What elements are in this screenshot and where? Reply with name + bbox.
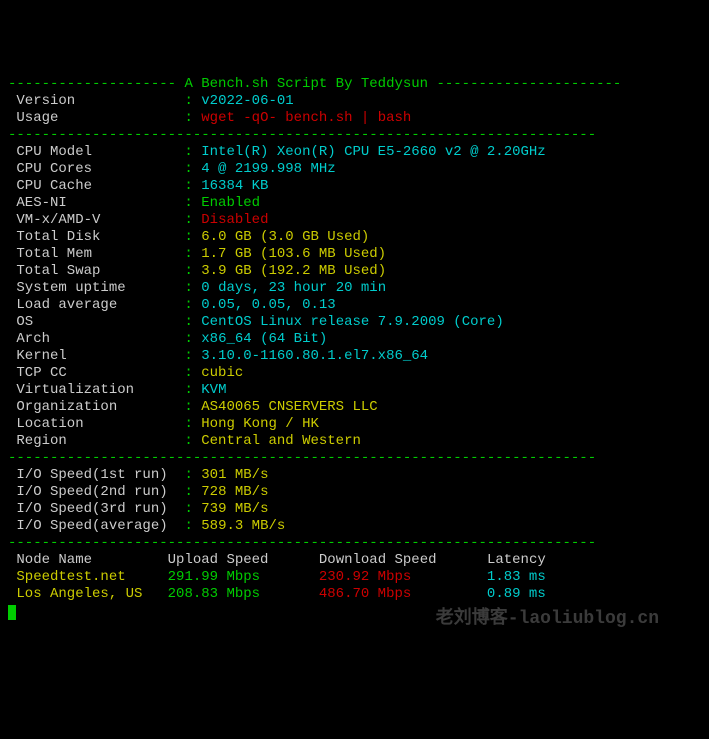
virt-label: Virtualization [8,382,134,398]
st-h-down: Download Speed [319,552,437,568]
sep: : [176,399,201,415]
sep: : [176,331,201,347]
cpu-cores-value: 4 @ 2199.998 MHz [201,161,335,177]
location-label: Location [8,416,84,432]
divider-right: ---------------------- [428,76,621,92]
st-h-up: Upload Speed [168,552,269,568]
tcpcc-label: TCP CC [8,365,67,381]
sep: : [176,110,201,126]
sep: : [176,501,201,517]
st-r1-up: 291.99 Mbps [168,569,260,585]
uptime-value: 0 days, 23 hour 20 min [201,280,386,296]
sep: : [176,178,201,194]
divider-left: -------------------- [8,76,184,92]
region-value: Central and Western [201,433,361,449]
sep: : [176,382,201,398]
terminal-output: -------------------- A Bench.sh Script B… [8,76,701,620]
disk-value: 6.0 GB (3.0 GB Used) [201,229,369,245]
io3-value: 739 MB/s [201,501,268,517]
swap-label: Total Swap [8,263,100,279]
divider: ----------------------------------------… [8,535,596,551]
sep: : [176,212,201,228]
swap-value: 3.9 GB (192.2 MB Used) [201,263,386,279]
sep: : [176,314,201,330]
st-r1-lat: 1.83 ms [487,569,546,585]
divider: ----------------------------------------… [8,450,596,466]
sep: : [176,416,201,432]
sep: : [176,467,201,483]
ioavg-value: 589.3 MB/s [201,518,285,534]
cpu-model-value: Intel(R) Xeon(R) CPU E5-2660 v2 @ 2.20GH… [201,144,545,160]
io2-value: 728 MB/s [201,484,268,500]
arch-value: x86_64 (64 Bit) [201,331,327,347]
usage-value: wget -qO- bench.sh | bash [201,110,411,126]
tcpcc-value: cubic [201,365,243,381]
mem-value: 1.7 GB (103.6 MB Used) [201,246,386,262]
load-value: 0.05, 0.05, 0.13 [201,297,335,313]
aesni-value: Enabled [201,195,260,211]
sep: : [176,144,201,160]
st-r1-node: Speedtest.net [8,569,126,585]
io1-value: 301 MB/s [201,467,268,483]
sep: : [176,161,201,177]
uptime-label: System uptime [8,280,126,296]
kernel-value: 3.10.0-1160.80.1.el7.x86_64 [201,348,428,364]
sep: : [176,93,201,109]
st-r2-lat: 0.89 ms [487,586,546,602]
sep: : [176,484,201,500]
arch-label: Arch [8,331,50,347]
st-r2-down: 486.70 Mbps [319,586,411,602]
aesni-label: AES-NI [8,195,67,211]
sep: : [176,280,201,296]
sep: : [176,195,201,211]
sep: : [176,246,201,262]
disk-label: Total Disk [8,229,100,245]
sep: : [176,348,201,364]
kernel-label: Kernel [8,348,67,364]
io1-label: I/O Speed(1st run) [8,467,168,483]
divider: ----------------------------------------… [8,127,596,143]
load-label: Load average [8,297,117,313]
script-title: A Bench.sh Script By Teddysun [184,76,428,92]
cpu-cache-value: 16384 KB [201,178,268,194]
ioavg-label: I/O Speed(average) [8,518,168,534]
cursor-icon [8,605,16,620]
io3-label: I/O Speed(3rd run) [8,501,168,517]
cpu-cache-label: CPU Cache [8,178,92,194]
location-value: Hong Kong / HK [201,416,319,432]
mem-label: Total Mem [8,246,92,262]
st-h-lat: Latency [487,552,546,568]
sep: : [176,229,201,245]
st-h-node: Node Name [8,552,92,568]
st-r2-node: Los Angeles, US [8,586,142,602]
st-r2-up: 208.83 Mbps [168,586,260,602]
sep: : [176,518,201,534]
io2-label: I/O Speed(2nd run) [8,484,168,500]
usage-label: Usage [8,110,58,126]
cpu-cores-label: CPU Cores [8,161,92,177]
sep: : [176,365,201,381]
version-value: v2022-06-01 [201,93,293,109]
cpu-model-label: CPU Model [8,144,92,160]
st-r1-down: 230.92 Mbps [319,569,411,585]
sep: : [176,297,201,313]
org-label: Organization [8,399,117,415]
vmx-label: VM-x/AMD-V [8,212,100,228]
sep: : [176,433,201,449]
virt-value: KVM [201,382,226,398]
sep: : [176,263,201,279]
region-label: Region [8,433,67,449]
org-value: AS40065 CNSERVERS LLC [201,399,377,415]
os-label: OS [8,314,33,330]
os-value: CentOS Linux release 7.9.2009 (Core) [201,314,503,330]
vmx-value: Disabled [201,212,268,228]
version-label: Version [8,93,75,109]
